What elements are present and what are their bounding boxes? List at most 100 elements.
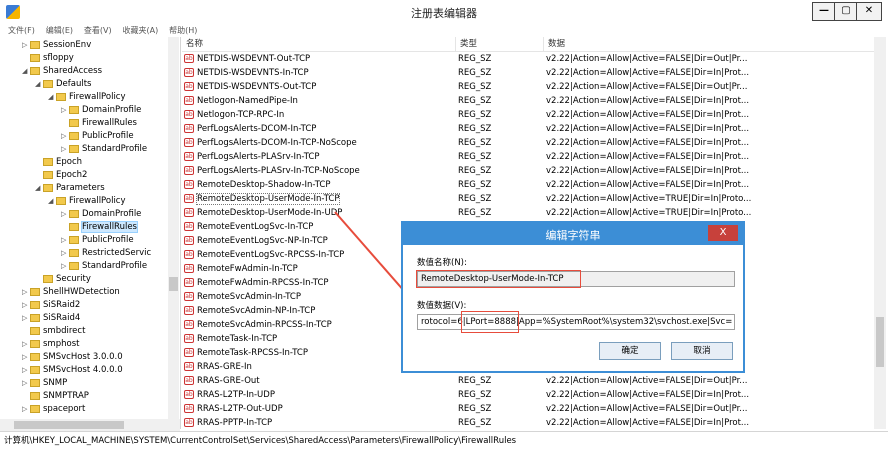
expand-toggle-icon[interactable]: ◢: [35, 182, 43, 195]
tree-node[interactable]: Security: [35, 273, 91, 286]
tree-node[interactable]: ◢ Defaults: [35, 78, 92, 91]
value-row[interactable]: ab PerfLogsAlerts-PLASrv-In-TCP REG_SZ v2.2…: [182, 150, 874, 164]
value-row[interactable]: ab NETDIS-WSDEVNT-Out-TCP REG_SZ v2.22|Acti…: [182, 52, 874, 66]
tree-node[interactable]: ▷ StandardProfile: [61, 143, 147, 156]
tree-node[interactable]: ▷ StandardProfile: [61, 260, 147, 273]
tree-node[interactable]: ▷ smphost: [22, 338, 79, 351]
value-row[interactable]: ab NETDIS-WSDEVNTS-Out-TCP REG_SZ v2.22|Act…: [182, 80, 874, 94]
tree-node[interactable]: sfloppy: [22, 52, 74, 65]
tree-node[interactable]: ▷ PublicProfile: [61, 234, 134, 247]
tree-scroll-thumb[interactable]: [169, 277, 178, 291]
value-row[interactable]: ab RemoteDesktop-UserMode-In-UDP REG_SZ v2.…: [182, 206, 874, 220]
expand-toggle-icon[interactable]: ▷: [22, 299, 30, 312]
menu-help[interactable]: 帮助(H): [169, 24, 197, 37]
close-button[interactable]: ✕: [856, 2, 882, 21]
tree-vertical-scrollbar[interactable]: [168, 37, 179, 419]
string-value-icon: ab: [184, 306, 194, 315]
value-row[interactable]: ab NETDIS-WSDEVNTS-In-TCP REG_SZ v2.22|Acti…: [182, 66, 874, 80]
string-value-icon: ab: [184, 376, 194, 385]
value-row[interactable]: ab RRAS-L2TP-In-UDP REG_SZ v2.22|Action=All…: [182, 388, 874, 402]
value-row[interactable]: ab RRAS-L2TP-Out-UDP REG_SZ v2.22|Action=Al…: [182, 402, 874, 416]
expand-toggle-icon[interactable]: ▷: [22, 351, 30, 364]
expand-toggle-icon[interactable]: ▷: [22, 377, 30, 390]
value-row[interactable]: ab PerfLogsAlerts-PLASrv-In-TCP-NoScope RE…: [182, 164, 874, 178]
column-type-header[interactable]: 类型: [456, 37, 544, 51]
expand-toggle-icon[interactable]: ▷: [22, 364, 30, 377]
tree-node[interactable]: ▷ DomainProfile: [61, 208, 141, 221]
tree-node[interactable]: Epoch: [35, 156, 82, 169]
value-name-text: NETDIS-WSDEVNTS-In-TCP: [197, 68, 309, 78]
column-name-header[interactable]: 名称: [182, 37, 456, 51]
menu-file[interactable]: 文件(F): [8, 24, 35, 37]
value-row[interactable]: ab PerfLogsAlerts-DCOM-In-TCP REG_SZ v2.22|…: [182, 122, 874, 136]
tree-node[interactable]: ▷ SessionEnv: [22, 39, 91, 52]
tree-node[interactable]: ▷ SMSvcHost 4.0.0.0: [22, 364, 123, 377]
column-data-header[interactable]: 数据: [544, 37, 874, 51]
maximize-button[interactable]: ▢: [834, 2, 858, 21]
value-row[interactable]: ab PerfLogsAlerts-DCOM-In-TCP-NoScope REG_…: [182, 136, 874, 150]
tree-node[interactable]: ▷ ShellHWDetection: [22, 286, 120, 299]
expand-toggle-icon[interactable]: ▷: [61, 104, 69, 117]
tree-node[interactable]: ▷ SiSRaid2: [22, 299, 80, 312]
menu-view[interactable]: 查看(V): [84, 24, 112, 37]
value-row[interactable]: ab RemoteDesktop-UserMode-In-TCP REG_SZ v2.…: [182, 192, 874, 206]
expand-toggle-icon[interactable]: ▷: [22, 338, 30, 351]
value-row[interactable]: ab Netlogon-NamedPipe-In REG_SZ v2.22|Actio…: [182, 94, 874, 108]
expand-toggle-icon[interactable]: ▷: [22, 39, 30, 52]
tree-node[interactable]: ◢ FirewallPolicy: [48, 195, 126, 208]
tree-node[interactable]: smbdirect: [22, 325, 85, 338]
tree-horizontal-scrollbar[interactable]: [0, 419, 180, 431]
value-row[interactable]: ab RRAS-GRE-Out REG_SZ v2.22|Action=Allow|A…: [182, 374, 874, 388]
tree-node[interactable]: ▷ SNMP: [22, 377, 67, 390]
expand-toggle-icon[interactable]: ▷: [61, 130, 69, 143]
registry-tree[interactable]: ▷ SessionEnv sfloppy ◢ SharedAccess ◢ Defaults…: [0, 37, 181, 429]
expand-toggle-icon[interactable]: ▷: [61, 208, 69, 221]
list-scroll-thumb[interactable]: [876, 317, 884, 367]
tree-node[interactable]: ◢ SharedAccess: [22, 65, 102, 78]
tree-node[interactable]: ▷ spaceport: [22, 403, 85, 416]
expand-toggle-icon[interactable]: ▷: [61, 247, 69, 260]
tree-node-label: SharedAccess: [43, 66, 103, 76]
expand-toggle-icon[interactable]: ◢: [35, 78, 43, 91]
tree-node[interactable]: ▷ DomainProfile: [61, 104, 141, 117]
expand-toggle-icon[interactable]: ▷: [22, 286, 30, 299]
expand-toggle-icon[interactable]: ▷: [22, 312, 30, 325]
expand-toggle-icon[interactable]: ◢: [48, 195, 56, 208]
expand-toggle-icon[interactable]: ▷: [61, 143, 69, 156]
tree-node[interactable]: SNMPTRAP: [22, 390, 89, 403]
expand-toggle-icon[interactable]: ◢: [22, 65, 30, 78]
tree-hscroll-thumb[interactable]: [14, 421, 124, 429]
folder-icon: [56, 196, 66, 205]
value-data-cell: v2.22|Action=Allow|Active=FALSE|Dir=Out|…: [546, 404, 748, 414]
value-name-text: Netlogon-NamedPipe-In: [197, 96, 298, 106]
expand-toggle-icon[interactable]: ▷: [61, 234, 69, 247]
dialog-close-button[interactable]: X: [708, 225, 738, 241]
value-row[interactable]: ab RemoteDesktop-Shadow-In-TCP REG_SZ v2.22…: [182, 178, 874, 192]
tree-node[interactable]: ◢ FirewallPolicy: [48, 91, 126, 104]
value-row[interactable]: ab Netlogon-TCP-RPC-In REG_SZ v2.22|Action=…: [182, 108, 874, 122]
expand-toggle-icon[interactable]: ◢: [48, 91, 56, 104]
tree-node[interactable]: ▷ SMSvcHost 3.0.0.0: [22, 351, 123, 364]
tree-node[interactable]: ◢ Parameters: [35, 182, 105, 195]
tree-node[interactable]: FirewallRules: [61, 117, 137, 130]
menu-edit[interactable]: 编辑(E): [46, 24, 73, 37]
tree-node-label: SNMP: [43, 378, 68, 388]
tree-node[interactable]: ▷ PublicProfile: [61, 130, 134, 143]
minimize-button[interactable]: —: [812, 2, 836, 21]
tree-node[interactable]: ▷ SiSRaid4: [22, 312, 80, 325]
string-value-icon: ab: [184, 250, 194, 259]
value-row[interactable]: ab RRAS-PPTP-In-TCP REG_SZ v2.22|Action=All…: [182, 416, 874, 429]
ok-button[interactable]: 确定: [599, 342, 661, 360]
menu-favorites[interactable]: 收藏夹(A): [122, 24, 158, 37]
tree-node[interactable]: ▷ RestrictedServic: [61, 247, 151, 260]
value-name-text: PerfLogsAlerts-DCOM-In-TCP: [197, 124, 317, 134]
tree-node[interactable]: FirewallRules: [61, 221, 138, 234]
tree-node[interactable]: Epoch2: [35, 169, 87, 182]
cancel-button[interactable]: 取消: [671, 342, 733, 360]
folder-icon: [30, 339, 40, 348]
expand-toggle-icon[interactable]: ▷: [22, 403, 30, 416]
list-vertical-scrollbar[interactable]: [874, 37, 886, 429]
value-name-text: RemoteEventLogSvc-In-TCP: [197, 222, 314, 232]
value-type-cell: REG_SZ: [458, 180, 492, 190]
expand-toggle-icon[interactable]: ▷: [61, 260, 69, 273]
